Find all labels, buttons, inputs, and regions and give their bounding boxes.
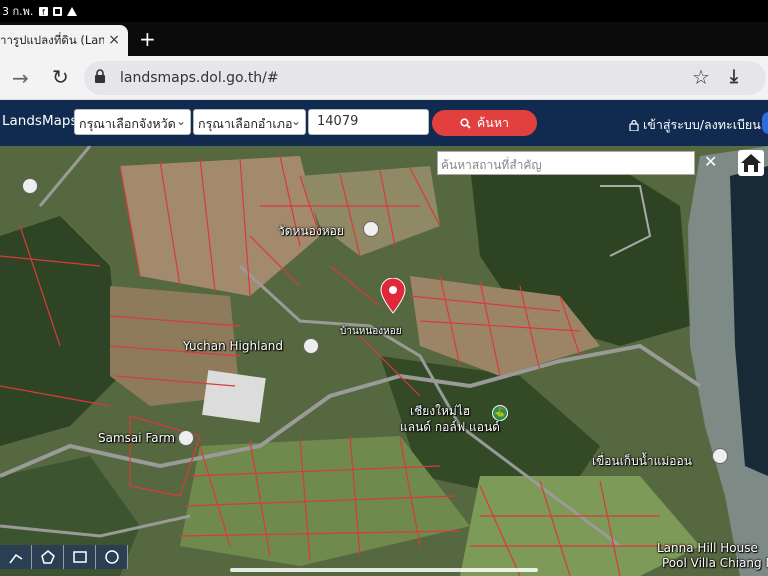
poi-marker-icon[interactable] <box>178 430 194 446</box>
tab-title: าารูปแปลงที่ดิน (Lan <box>0 32 104 47</box>
lock-icon <box>629 119 639 131</box>
chevron-down-icon: ⌄ <box>175 114 186 128</box>
facebook-icon: f <box>39 6 49 16</box>
browser-toolbar: → ↻ landsmaps.dol.go.th/# ☆ ⤓ <box>0 56 768 100</box>
province-select[interactable]: กรุณาเลือกจังหวัด ⌄ <box>74 109 191 135</box>
menu-badge[interactable] <box>762 112 768 134</box>
status-time: 3 ก.พ. <box>2 5 34 18</box>
address-bar[interactable]: landsmaps.dol.go.th/# ☆ ⤓ <box>84 61 766 95</box>
rectangle-tool-icon <box>72 551 87 563</box>
download-icon[interactable]: ⤓ <box>730 66 738 87</box>
login-label: เข้าสู่ระบบ/ลงทะเบียน <box>643 117 761 132</box>
poi-marker-icon[interactable] <box>303 338 319 354</box>
url-text: landsmaps.dol.go.th/# <box>120 70 279 86</box>
notification-icon <box>53 6 63 16</box>
reload-icon[interactable]: ↻ <box>52 65 69 89</box>
draw-circle-tool[interactable] <box>96 545 128 569</box>
tab-bar: าารูปแปลงที่ดิน (Lan × + <box>0 22 768 56</box>
chevron-down-icon: ⌄ <box>290 114 301 128</box>
close-icon[interactable]: ✕ <box>704 152 717 171</box>
parcel-number-input[interactable]: 14079 <box>308 109 429 135</box>
warning-icon <box>67 6 78 16</box>
browser-tab[interactable]: าารูปแปลงที่ดิน (Lan × <box>0 25 128 56</box>
site-header: LandsMaps กรุณาเลือกจังหวัด ⌄ กรุณาเลือก… <box>0 100 768 146</box>
district-select[interactable]: กรุณาเลือกอำเภอ ⌄ <box>193 109 306 135</box>
map-label-lanna-2: Pool Villa Chiang M <box>662 556 768 570</box>
search-button-label: ค้นหา <box>476 115 510 130</box>
line-tool-icon <box>8 553 22 564</box>
polygon-tool-icon <box>40 550 55 564</box>
poi-marker-icon[interactable] <box>712 448 728 464</box>
satellite-map[interactable]: ค้นหาสถานที่สำคัญ ✕ ⛳ วัดหนองหอย บ้านหนอ… <box>0 146 768 576</box>
map-label-village: บ้านหนองหอย <box>340 326 402 337</box>
login-link[interactable]: เข้าสู่ระบบ/ลงทะเบียน <box>629 115 761 135</box>
status-bar: 3 ก.พ. f <box>0 0 768 22</box>
district-select-value: กรุณาเลือกอำเภอ <box>198 116 293 131</box>
home-button[interactable] <box>738 150 764 176</box>
poi-marker-icon[interactable] <box>22 178 38 194</box>
search-icon <box>460 117 471 129</box>
province-select-value: กรุณาเลือกจังหวัด <box>79 116 176 131</box>
new-tab-button[interactable]: + <box>139 27 156 51</box>
map-label-yuchan: Yuchan Highland <box>183 339 284 353</box>
draw-toolbar <box>0 545 128 569</box>
home-icon <box>741 154 761 172</box>
map-label-lanna: Lanna Hill House <box>657 541 758 555</box>
draw-line-tool[interactable] <box>0 545 32 569</box>
temple-icon[interactable] <box>363 221 379 237</box>
circle-tool-icon <box>104 550 119 564</box>
map-label-dam: เขื่อนเก็บน้ำแม่ออน <box>592 454 692 468</box>
tab-close-icon[interactable]: × <box>108 32 120 48</box>
forward-icon[interactable]: → <box>12 66 29 90</box>
system-home-indicator <box>230 568 538 572</box>
landmark-search-input[interactable]: ค้นหาสถานที่สำคัญ <box>437 151 695 175</box>
map-label-golf-2: แลนด์ กอล์ฟ แอนด์ <box>400 420 500 434</box>
search-button[interactable]: ค้นหา <box>432 110 537 136</box>
bookmark-star-icon[interactable]: ☆ <box>692 65 710 89</box>
lock-icon <box>95 69 105 83</box>
draw-rectangle-tool[interactable] <box>64 545 96 569</box>
map-label-wat: วัดหนองหอย <box>278 224 344 238</box>
svg-text:f: f <box>42 8 45 16</box>
map-label-samsai: Samsai Farm <box>98 431 175 445</box>
draw-polygon-tool[interactable] <box>32 545 64 569</box>
map-imagery <box>0 146 768 576</box>
location-pin-icon[interactable] <box>379 278 407 314</box>
brand-logo-text: LandsMaps <box>2 113 78 129</box>
